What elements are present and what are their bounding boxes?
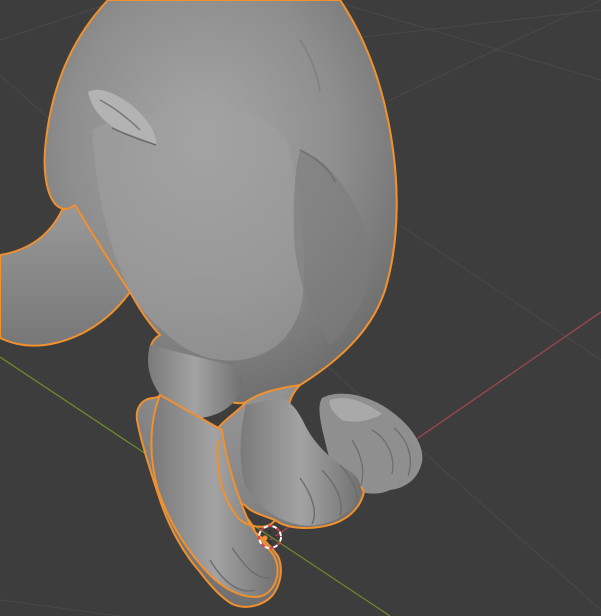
object-origin-icon [262, 535, 268, 541]
selected-creature-mesh[interactable] [0, 0, 398, 608]
3d-viewport[interactable] [0, 0, 601, 616]
viewport-canvas[interactable] [0, 0, 601, 616]
